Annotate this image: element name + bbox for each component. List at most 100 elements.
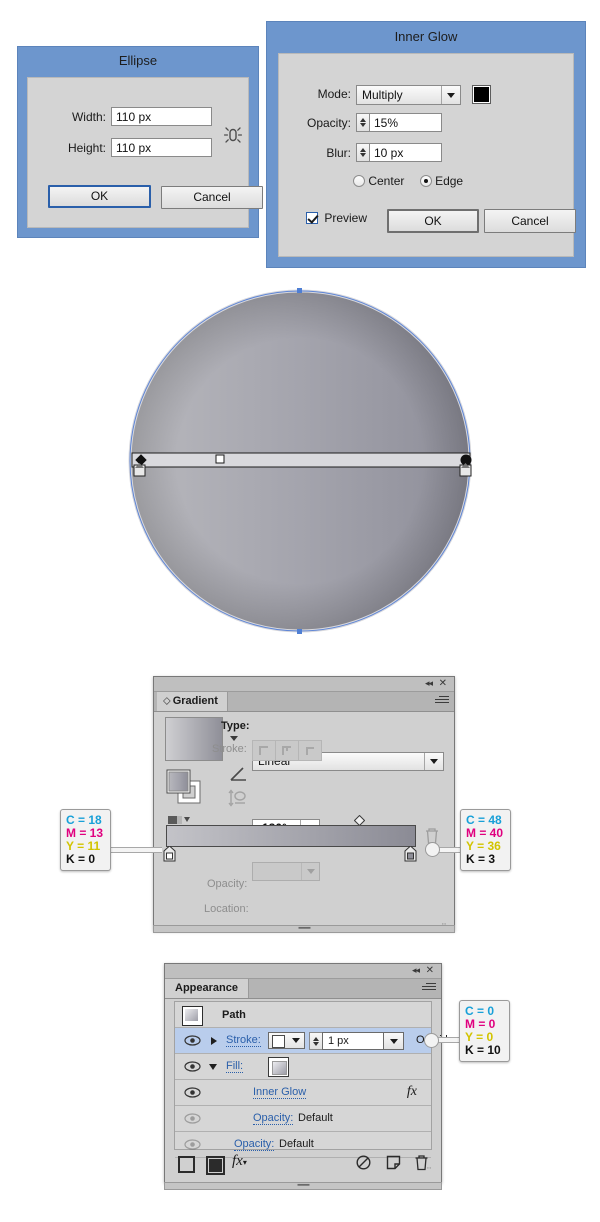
radio-edge-label: Edge: [435, 174, 464, 188]
ellipse-dialog: Ellipse Width: 110 px Height: 110 px OK …: [17, 46, 263, 238]
fill-stroke-proxy[interactable]: [166, 769, 206, 809]
add-new-stroke-icon[interactable]: [178, 1156, 195, 1173]
mode-select[interactable]: Multiply: [356, 85, 461, 105]
radio-edge[interactable]: Edge: [419, 174, 464, 188]
callout-knob-right: [425, 842, 440, 857]
gradient-slider-bar[interactable]: [166, 825, 416, 847]
opacity-label: Opacity:: [306, 116, 351, 130]
stroke-black: K = 10: [465, 1043, 501, 1057]
gradient-panel-topbar: ◂◂ ✕: [154, 677, 454, 692]
appearance-row-opacity-fill[interactable]: Opacity: Default: [175, 1106, 431, 1132]
panel-menu-icon[interactable]: [422, 983, 436, 994]
preview-checkbox[interactable]: Preview: [306, 211, 367, 225]
stroke-along-icon: [276, 740, 299, 761]
blur-input[interactable]: 10 px: [369, 143, 442, 162]
stroke-weight-spinner-icon[interactable]: [309, 1032, 322, 1050]
clear-appearance-icon[interactable]: [356, 1155, 371, 1173]
callout-leader-right: [437, 847, 461, 853]
panel-resize-grip[interactable]: ⣀: [426, 1161, 432, 1169]
add-effect-fx-icon[interactable]: fx▾: [232, 1153, 247, 1170]
visibility-eye-icon[interactable]: [184, 1035, 201, 1046]
radio-center-icon[interactable]: [353, 175, 365, 187]
panel-menu-icon[interactable]: [435, 696, 449, 707]
stroke-label[interactable]: Stroke:: [226, 1034, 261, 1047]
opacity-spinner-icon[interactable]: [356, 113, 369, 132]
gradient-panel: ◂◂ ✕ ⬦ Gradient Type: Linear Stroke: Opa…: [153, 676, 455, 1030]
visibility-eye-icon-dim[interactable]: [184, 1113, 201, 1124]
panel-resize-grip[interactable]: ⣀: [441, 917, 447, 925]
blur-spinner-icon[interactable]: [356, 143, 369, 162]
mode-select-value: Multiply: [362, 88, 403, 102]
ellipse-ok-button[interactable]: OK: [48, 185, 151, 208]
appearance-panel: ◂◂ ✕ Appearance Path Stroke: 1 px Fill: …: [164, 963, 454, 1183]
appearance-tabbar: Appearance: [165, 979, 441, 999]
fill-label[interactable]: Fill:: [226, 1060, 244, 1073]
ellipse-dialog-body: Width: 110 px Height: 110 px OK Cancel: [27, 77, 263, 228]
appearance-row-path[interactable]: Path: [175, 1002, 431, 1028]
radio-edge-icon[interactable]: [419, 175, 432, 187]
opacity-stepper[interactable]: 15%: [356, 113, 442, 132]
chevron-down-icon: [301, 863, 319, 880]
gradient-opacity-label: Opacity:: [207, 878, 248, 890]
gradient-tabbar: ⬦ Gradient: [154, 692, 454, 712]
appearance-row-inner-glow[interactable]: Inner Glow fx: [175, 1080, 431, 1106]
stroke-color-select[interactable]: [268, 1032, 305, 1049]
duplicate-item-icon[interactable]: [386, 1155, 401, 1173]
fill-disclosure-icon[interactable]: [209, 1064, 217, 1070]
visibility-eye-icon[interactable]: [184, 1061, 201, 1072]
mode-label: Mode:: [317, 87, 351, 101]
appearance-toolbar: fx▾ ⣀: [174, 1153, 432, 1175]
type-label: Type:: [221, 720, 250, 732]
gradient-panel-footer-grip[interactable]: ▪▪▪▪▪▪▪▪: [153, 925, 455, 933]
opacity-label-root[interactable]: Opacity:: [234, 1138, 275, 1151]
collapse-icon[interactable]: ◂◂: [412, 966, 420, 975]
stroke-weight-value[interactable]: 1 px: [322, 1032, 384, 1050]
gradient-stop-right[interactable]: [404, 845, 417, 865]
gradient-stop-left-color-callout: C = 18 M = 13 Y = 11 K = 0: [60, 809, 111, 871]
appearance-row-stroke[interactable]: Stroke: 1 px Outside: [175, 1028, 454, 1054]
radio-center-label: Center: [368, 174, 405, 188]
glow-color-swatch[interactable]: [472, 85, 491, 104]
opacity-label-nested[interactable]: Opacity:: [253, 1112, 294, 1125]
tab-appearance[interactable]: Appearance: [165, 979, 249, 998]
add-new-fill-icon[interactable]: [206, 1156, 225, 1175]
glow-ok-button[interactable]: OK: [387, 209, 479, 233]
constrain-proportions-icon[interactable]: [222, 124, 244, 146]
opacity-input[interactable]: 15%: [369, 113, 442, 132]
appearance-row-fill[interactable]: Fill:: [175, 1054, 431, 1080]
opacity-value-root: Default: [279, 1138, 314, 1150]
height-input[interactable]: 110 px: [111, 138, 212, 157]
gradient-location-label: Location:: [204, 903, 249, 915]
chevron-down-icon[interactable]: [384, 1032, 404, 1050]
width-label: Width:: [71, 110, 106, 124]
fx-icon[interactable]: fx: [407, 1084, 417, 1100]
glow-source-radio-group: Center Edge: [353, 174, 463, 188]
inner-glow-dialog: Inner Glow Mode: Multiply Opacity: 15% B…: [266, 21, 586, 268]
radio-center[interactable]: Center: [353, 174, 408, 188]
glow-cancel-button[interactable]: Cancel: [484, 209, 576, 233]
height-label: Height:: [67, 141, 106, 155]
visibility-eye-icon-dim[interactable]: [184, 1139, 201, 1150]
ellipse-cancel-button[interactable]: Cancel: [161, 186, 263, 209]
gradient-stop-left[interactable]: [163, 845, 176, 865]
gradient-preset-chevron-icon[interactable]: [230, 736, 238, 741]
tab-gradient[interactable]: ⬦ Gradient: [157, 692, 228, 711]
close-icon[interactable]: ✕: [439, 678, 447, 689]
collapse-icon[interactable]: ◂◂: [425, 679, 433, 688]
stroke-weight-stepper[interactable]: 1 px: [309, 1032, 404, 1050]
visibility-eye-icon[interactable]: [184, 1087, 201, 1098]
tab-appearance-label: Appearance: [175, 982, 238, 994]
angle-icon: [230, 766, 248, 785]
appearance-panel-footer-grip[interactable]: ▪▪▪▪▪▪▪▪: [164, 1182, 442, 1190]
stroke-disclosure-icon[interactable]: [211, 1037, 217, 1045]
path-thumbnail: [182, 1006, 203, 1026]
gradient-aspect-field: [252, 862, 320, 881]
inner-glow-label[interactable]: Inner Glow: [253, 1086, 307, 1099]
stroke-across-icon: [299, 740, 322, 761]
preview-checkbox-icon[interactable]: [306, 212, 318, 224]
width-input[interactable]: 110 px: [111, 107, 212, 126]
tab-gradient-label: Gradient: [172, 695, 218, 707]
fill-color-swatch[interactable]: [268, 1057, 289, 1077]
blur-stepper[interactable]: 10 px: [356, 143, 442, 162]
close-icon[interactable]: ✕: [426, 965, 434, 976]
